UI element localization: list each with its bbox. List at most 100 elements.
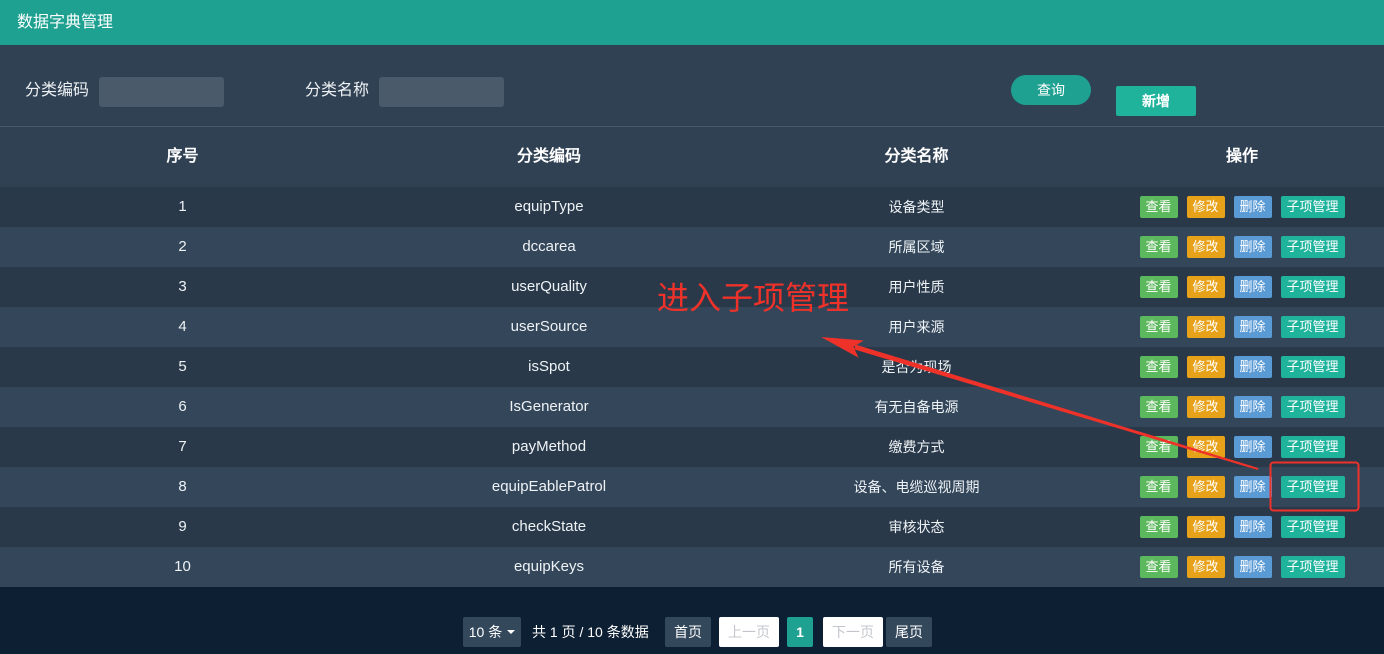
table-header: 序号 分类编码 分类名称 操作 (0, 127, 1384, 187)
row-code: payMethod (511, 438, 587, 455)
sub-items-button[interactable]: 子项管理 (1280, 236, 1345, 258)
pagination-summary: 共 1 页 / 10 条数据 (532, 624, 649, 640)
row-name: 所属区域 (888, 239, 945, 255)
view-button[interactable]: 查看 (1139, 356, 1178, 378)
row-index: 1 (178, 198, 187, 215)
view-button[interactable]: 查看 (1139, 516, 1178, 538)
delete-button[interactable]: 删除 (1233, 556, 1272, 578)
table-row: 8 equipEablePatrol 设备、电缆巡视周期 查看 修改 删除 子项管理 (0, 467, 1384, 507)
edit-button[interactable]: 修改 (1186, 276, 1225, 298)
edit-button[interactable]: 修改 (1186, 356, 1225, 378)
table-row: 5 isSpot 是否为现场 查看 修改 删除 子项管理 (0, 347, 1384, 387)
table-row: 10 equipKeys 所有设备 查看 修改 删除 子项管理 (0, 547, 1384, 587)
sub-items-button[interactable]: 子项管理 (1280, 516, 1345, 538)
view-button[interactable]: 查看 (1139, 236, 1178, 258)
caret-down-icon (507, 630, 516, 634)
row-index: 3 (178, 278, 187, 295)
row-name: 缴费方式 (888, 439, 945, 455)
row-actions: 查看 修改 删除 子项管理 (1100, 427, 1384, 467)
query-button[interactable]: 查询 (1011, 75, 1091, 105)
sub-items-button[interactable]: 子项管理 (1280, 476, 1345, 498)
row-actions: 查看 修改 删除 子项管理 (1100, 267, 1384, 307)
annotation-label: 进入子项管理 (657, 280, 850, 316)
current-page-button[interactable]: 1 (787, 617, 813, 647)
delete-button[interactable]: 删除 (1233, 236, 1272, 258)
view-button[interactable]: 查看 (1139, 436, 1178, 458)
view-button[interactable]: 查看 (1139, 476, 1178, 498)
table-row: 2 dccarea 所属区域 查看 修改 删除 子项管理 (0, 227, 1384, 267)
column-header-name: 分类名称 (884, 148, 949, 165)
table-row: 6 IsGenerator 有无自备电源 查看 修改 删除 子项管理 (0, 387, 1384, 427)
edit-button[interactable]: 修改 (1186, 556, 1225, 578)
edit-button[interactable]: 修改 (1186, 516, 1225, 538)
view-button[interactable]: 查看 (1139, 196, 1178, 218)
add-button[interactable]: 新增 (1116, 86, 1196, 116)
row-actions: 查看 修改 删除 子项管理 (1100, 547, 1384, 587)
first-page-button[interactable]: 首页 (665, 617, 711, 647)
view-button[interactable]: 查看 (1139, 316, 1178, 338)
edit-button[interactable]: 修改 (1186, 436, 1225, 458)
row-actions: 查看 修改 删除 子项管理 (1100, 467, 1384, 507)
row-actions: 查看 修改 删除 子项管理 (1100, 307, 1384, 347)
category-code-input[interactable] (99, 77, 224, 107)
edit-button[interactable]: 修改 (1186, 476, 1225, 498)
row-actions: 查看 修改 删除 子项管理 (1100, 507, 1384, 547)
edit-button[interactable]: 修改 (1186, 316, 1225, 338)
delete-button[interactable]: 删除 (1233, 276, 1272, 298)
dictionary-table: 序号 分类编码 分类名称 操作 1 equipType 设备类型 查看 修改 删除 子项管理… (0, 127, 1384, 587)
page-title: 数据字典管理 (17, 14, 114, 31)
view-button[interactable]: 查看 (1139, 556, 1178, 578)
edit-button[interactable]: 修改 (1186, 396, 1225, 418)
row-index: 4 (178, 318, 187, 335)
sub-items-button[interactable]: 子项管理 (1280, 436, 1345, 458)
edit-button[interactable]: 修改 (1186, 236, 1225, 258)
table-row: 7 payMethod 缴费方式 查看 修改 删除 子项管理 (0, 427, 1384, 467)
delete-button[interactable]: 删除 (1233, 476, 1272, 498)
search-panel: 分类编码 分类名称 查询 新增 (0, 45, 1384, 127)
row-index: 9 (178, 518, 187, 535)
delete-button[interactable]: 删除 (1233, 436, 1272, 458)
row-code: equipEablePatrol (491, 478, 607, 495)
row-name: 所有设备 (888, 559, 945, 575)
view-button[interactable]: 查看 (1139, 396, 1178, 418)
column-header-index: 序号 (166, 148, 199, 165)
pagination-bar: 10 条 共 1 页 / 10 条数据 首页 上一页 1 下一页 尾页 (0, 587, 1384, 654)
delete-button[interactable]: 删除 (1233, 396, 1272, 418)
row-index: 10 (174, 558, 191, 575)
row-code: IsGenerator (509, 398, 589, 415)
row-index: 6 (178, 398, 187, 415)
delete-button[interactable]: 删除 (1233, 316, 1272, 338)
category-code-label: 分类编码 (25, 82, 90, 99)
delete-button[interactable]: 删除 (1233, 196, 1272, 218)
column-header-actions: 操作 (1225, 148, 1258, 165)
sub-items-button[interactable]: 子项管理 (1280, 396, 1345, 418)
sub-items-button[interactable]: 子项管理 (1280, 556, 1345, 578)
table-body: 1 equipType 设备类型 查看 修改 删除 子项管理 2 dccarea 所属区域 查看 修改… (0, 187, 1384, 587)
row-index: 5 (178, 358, 187, 375)
row-code: isSpot (528, 358, 570, 375)
row-index: 7 (178, 438, 187, 455)
row-index: 2 (178, 238, 187, 255)
sub-items-button[interactable]: 子项管理 (1280, 316, 1345, 338)
column-header-code: 分类编码 (516, 148, 581, 165)
row-name: 设备、电缆巡视周期 (853, 479, 980, 495)
sub-items-button[interactable]: 子项管理 (1280, 276, 1345, 298)
next-page-button[interactable]: 下一页 (823, 617, 883, 647)
edit-button[interactable]: 修改 (1186, 196, 1225, 218)
table-row: 9 checkState 审核状态 查看 修改 删除 子项管理 (0, 507, 1384, 547)
prev-page-button[interactable]: 上一页 (719, 617, 779, 647)
last-page-button[interactable]: 尾页 (886, 617, 932, 647)
row-actions: 查看 修改 删除 子项管理 (1100, 347, 1384, 387)
view-button[interactable]: 查看 (1139, 276, 1178, 298)
page-size-select[interactable]: 10 条 (463, 617, 521, 647)
sub-items-button[interactable]: 子项管理 (1280, 196, 1345, 218)
row-code: equipType (514, 198, 584, 215)
delete-button[interactable]: 删除 (1233, 516, 1272, 538)
row-name: 有无自备电源 (874, 399, 959, 415)
row-actions: 查看 修改 删除 子项管理 (1100, 387, 1384, 427)
delete-button[interactable]: 删除 (1233, 356, 1272, 378)
top-bar: 数据字典管理 (0, 0, 1384, 45)
row-name: 审核状态 (888, 519, 945, 535)
category-name-input[interactable] (379, 77, 504, 107)
sub-items-button[interactable]: 子项管理 (1280, 356, 1345, 378)
